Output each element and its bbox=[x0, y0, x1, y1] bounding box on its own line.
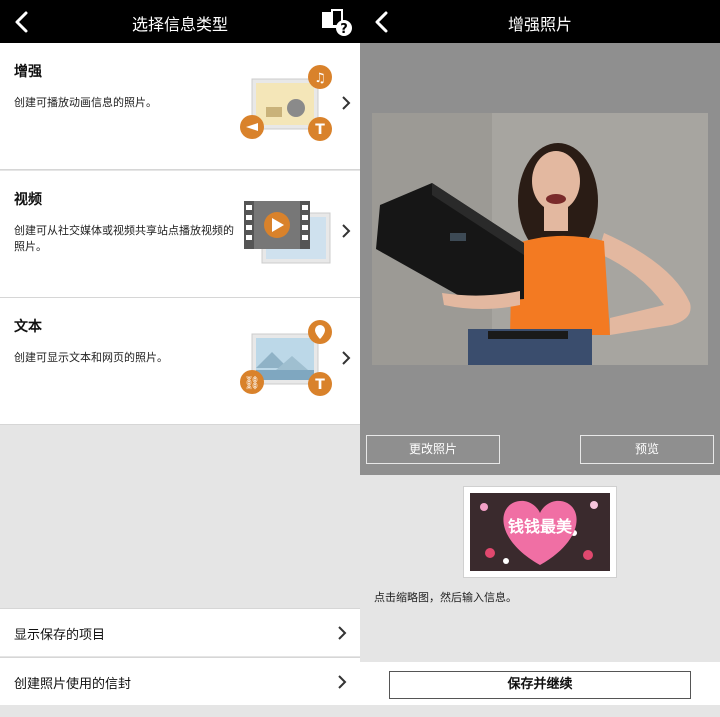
menu-item-desc: 创建可播放动画信息的照片。 bbox=[14, 96, 157, 109]
save-continue-button[interactable]: 保存并继续 bbox=[389, 671, 691, 699]
message-thumbnail[interactable]: 钱钱最美 bbox=[464, 487, 616, 577]
right-header: 增强照片 bbox=[360, 0, 720, 43]
preview-button[interactable]: 预览 bbox=[580, 435, 714, 464]
photo-stage: 更改照片 预览 bbox=[360, 43, 720, 475]
menu-item-label: 视频 bbox=[14, 192, 42, 208]
video-illustration bbox=[244, 201, 331, 264]
music-icon: ♫ bbox=[314, 71, 326, 86]
chevron-right-icon bbox=[342, 224, 351, 238]
text-icon: T bbox=[315, 377, 325, 393]
list-item-label: 显示保存的项目 bbox=[14, 628, 106, 643]
help-icon[interactable]: ? bbox=[320, 8, 354, 38]
menu-item-desc: 创建可从社交媒体或视频共享站点播放视频的照片。 bbox=[14, 224, 234, 253]
list-item-label: 创建照片使用的信封 bbox=[14, 677, 132, 692]
menu-item-label: 文本 bbox=[14, 319, 42, 335]
link-icon: ⛓ bbox=[244, 375, 261, 391]
menu-item-enhance[interactable]: 增强 创建可播放动画信息的照片。 ♫ T bbox=[0, 43, 360, 170]
left-screen: 选择信息类型 ? 增强 创建可播放动画信息的照片。 ♫ T 视频 创建可从社交媒… bbox=[0, 0, 360, 717]
chevron-right-icon bbox=[338, 626, 347, 640]
page-title: 选择信息类型 bbox=[131, 15, 228, 34]
right-screen: 增强照片 更改照片 预览 钱钱最美 点击缩略图，然后输入信息。 保存并继续 bbox=[360, 0, 720, 717]
text-illustration: ⛓ T bbox=[240, 320, 332, 396]
change-photo-button[interactable]: 更改照片 bbox=[366, 435, 500, 464]
menu-item-text[interactable]: 文本 创建可显示文本和网页的照片。 ⛓ T bbox=[0, 298, 360, 425]
text-icon: T bbox=[315, 122, 325, 138]
menu-item-video[interactable]: 视频 创建可从社交媒体或视频共享站点播放视频的照片。 bbox=[0, 171, 360, 298]
bottom-action-bar: 保存并继续 bbox=[360, 662, 720, 705]
instruction-text: 点击缩略图，然后输入信息。 bbox=[374, 591, 517, 604]
create-envelope-row[interactable]: 创建照片使用的信封 bbox=[0, 657, 360, 705]
thumbnail-image: 钱钱最美 bbox=[470, 493, 610, 571]
page-title: 增强照片 bbox=[507, 15, 572, 34]
chevron-right-icon bbox=[342, 351, 351, 365]
chevron-right-icon bbox=[342, 96, 351, 110]
svg-text:?: ? bbox=[340, 22, 348, 37]
enhance-illustration: ♫ T bbox=[240, 65, 332, 141]
thumbnail-text: 钱钱最美 bbox=[508, 517, 573, 536]
chevron-right-icon bbox=[338, 675, 347, 689]
left-header: 选择信息类型 ? bbox=[0, 0, 360, 43]
selected-photo bbox=[372, 113, 708, 365]
show-saved-items-row[interactable]: 显示保存的项目 bbox=[0, 608, 360, 656]
menu-item-desc: 创建可显示文本和网页的照片。 bbox=[14, 351, 168, 364]
menu-item-label: 增强 bbox=[14, 64, 42, 80]
